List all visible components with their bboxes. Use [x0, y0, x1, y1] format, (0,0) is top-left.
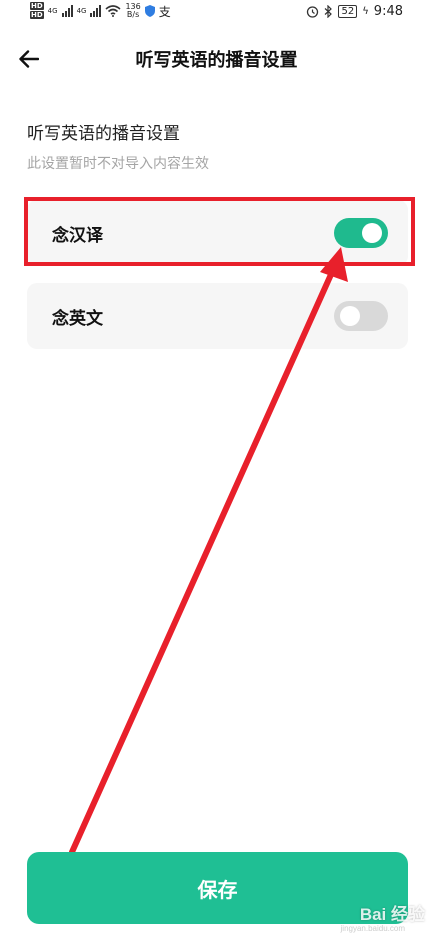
hd-badge-1: HD — [30, 2, 44, 10]
setting-label: 念汉译 — [52, 226, 103, 246]
network-type-1: 4G — [47, 7, 58, 15]
status-right-group: 52 ϟ 9:48 — [306, 0, 403, 22]
section-title: 听写英语的播音设置 — [27, 124, 180, 144]
battery-level: 52 — [338, 4, 358, 18]
watermark-url: jingyan.baidu.com — [340, 924, 405, 933]
signal-icon-2 — [90, 5, 102, 17]
hd-badge-2: HD — [30, 11, 44, 19]
baidu-jingyan-logo: Bai 经验 — [359, 905, 425, 924]
hd-badges: HD HD — [30, 2, 44, 20]
nav-bar: 听写英语的播音设置 — [0, 36, 433, 80]
charging-icon: ϟ — [362, 5, 369, 17]
english-toggle[interactable] — [334, 301, 388, 331]
chinese-translation-toggle[interactable] — [334, 218, 388, 248]
wifi-icon — [105, 5, 121, 17]
toggle-knob — [340, 306, 360, 326]
network-type-2: 4G — [76, 7, 87, 15]
network-speed-unit: B/s — [126, 10, 140, 19]
bluetooth-icon — [325, 4, 333, 18]
app-notification-icon: 支 — [158, 4, 171, 19]
status-left-group: HD HD 4G 4G 136 B/s 支 — [30, 0, 171, 22]
section-subtitle: 此设置暂时不对导入内容生效 — [27, 156, 209, 172]
shield-icon — [144, 5, 155, 17]
signal-icon-1 — [61, 5, 73, 17]
setting-label: 念英文 — [52, 309, 103, 329]
setting-row-english: 念英文 — [27, 283, 408, 349]
network-speed: 136 B/s — [125, 3, 140, 19]
page-title: 听写英语的播音设置 — [135, 50, 298, 71]
toggle-knob — [362, 223, 382, 243]
watermark: Bai 经验 jingyan.baidu.com — [305, 898, 425, 936]
alarm-icon — [307, 5, 319, 18]
status-time: 9:48 — [373, 3, 403, 19]
setting-row-chinese-translation: 念汉译 — [27, 200, 408, 266]
status-bar: HD HD 4G 4G 136 B/s 支 52 ϟ 9:48 — [0, 0, 433, 22]
